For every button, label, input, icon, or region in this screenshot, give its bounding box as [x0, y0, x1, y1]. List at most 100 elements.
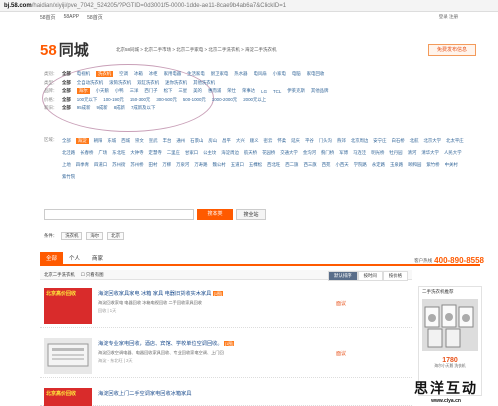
area-option[interactable]: 永定路: [372, 162, 385, 168]
filter-option[interactable]: 100-190元: [103, 97, 124, 103]
filter-option[interactable]: 其他品牌: [311, 88, 329, 94]
area-option[interactable]: 四季青: [76, 162, 89, 168]
listing-title[interactable]: 海淀回收家具家电 冰箱 家具 电器旧货收实木家具 [1图]: [98, 290, 224, 297]
filter-option[interactable]: 全部: [62, 97, 71, 103]
area-option[interactable]: 东城: [107, 138, 116, 144]
tab-all[interactable]: 全部: [40, 252, 64, 264]
filter-option[interactable]: 150-300元: [130, 97, 151, 103]
sort-time[interactable]: 按时间: [357, 271, 383, 281]
home-link-2[interactable]: 58首页: [87, 14, 103, 21]
area-option[interactable]: 密云: [264, 138, 273, 144]
area-option[interactable]: 崇文: [135, 138, 144, 144]
area-option[interactable]: 全部: [62, 138, 71, 144]
area-option[interactable]: 西城: [121, 138, 130, 144]
sort-default[interactable]: 默认排序: [328, 271, 358, 281]
filter-option[interactable]: 电视机: [77, 71, 90, 77]
search-input[interactable]: [44, 208, 194, 220]
area-option[interactable]: 清河: [408, 150, 417, 156]
area-option[interactable]: 海淀周边: [221, 150, 239, 156]
area-option[interactable]: 西二旗: [285, 162, 298, 168]
filter-option[interactable]: 全部: [62, 88, 71, 94]
filter-option[interactable]: 荣仕: [227, 88, 236, 94]
area-option[interactable]: 房山: [208, 138, 217, 144]
filter-option[interactable]: 500-1000元: [183, 97, 206, 103]
filter-option[interactable]: 空调: [119, 71, 128, 77]
filter-option[interactable]: 小家电: [273, 71, 286, 77]
filter-option[interactable]: 双缸洗衣机: [137, 80, 159, 86]
filter-option[interactable]: 300-500元: [156, 97, 177, 103]
condition-chip[interactable]: 北京: [107, 232, 124, 240]
area-option[interactable]: 五道口: [231, 162, 244, 168]
area-option[interactable]: 万柳: [162, 162, 171, 168]
filter-option[interactable]: 家用电器: [164, 71, 182, 77]
area-option[interactable]: 紫竹院: [62, 174, 75, 180]
filter-option[interactable]: 9成新: [96, 105, 107, 111]
area-option[interactable]: 苏州桥: [130, 162, 143, 168]
area-option[interactable]: 花园桥: [262, 150, 275, 156]
tab-personal[interactable]: 个人: [63, 252, 86, 264]
listing-thumbnail[interactable]: 北京高价回收: [44, 388, 92, 406]
area-option[interactable]: 朝阳: [94, 138, 103, 144]
home-link[interactable]: 58首页: [40, 14, 56, 21]
filter-option-selected[interactable]: 海尔: [76, 88, 90, 95]
search-site-button[interactable]: 搜全站: [236, 208, 266, 220]
filter-option[interactable]: 迷你洗衣机: [165, 80, 187, 86]
filter-option[interactable]: 冰柜: [149, 71, 158, 77]
area-option[interactable]: 万寿路: [194, 162, 207, 168]
area-option[interactable]: 颐和园: [408, 162, 421, 168]
filter-option[interactable]: 惠而浦: [208, 88, 221, 94]
area-option[interactable]: 定慧寺: [149, 150, 162, 156]
area-option[interactable]: 延庆: [291, 138, 300, 144]
area-option[interactable]: 安宁庄: [373, 138, 386, 144]
filter-option[interactable]: 小鸭: [115, 88, 124, 94]
filter-option[interactable]: 8成新: [114, 105, 125, 111]
area-option[interactable]: 西北旺: [267, 162, 280, 168]
area-option[interactable]: 顺义: [250, 138, 259, 144]
area-option[interactable]: 北京大学: [423, 138, 441, 144]
filter-option[interactable]: 全自动洗衣机: [77, 80, 103, 86]
url-bar[interactable]: bj.58.com /haidian/xiyiji/pve_7042_52420…: [0, 0, 498, 12]
tab-merchant[interactable]: 商家: [86, 252, 109, 264]
filter-option[interactable]: 全部: [62, 105, 71, 111]
area-option[interactable]: 上地: [62, 162, 71, 168]
filter-option[interactable]: 冰箱: [134, 71, 143, 77]
area-option[interactable]: 苏州街: [112, 162, 125, 168]
filter-option[interactable]: 松下: [164, 88, 173, 94]
filter-option[interactable]: 厨卫家电: [211, 71, 229, 77]
area-option[interactable]: 田村: [149, 162, 158, 168]
filter-option[interactable]: 生活家电: [187, 71, 205, 77]
area-option[interactable]: 公主坟: [203, 150, 216, 156]
search-category-button[interactable]: 搜本类: [197, 208, 233, 220]
area-option[interactable]: 魏公村: [213, 162, 226, 168]
area-option[interactable]: 大钟寺: [130, 150, 143, 156]
condition-chip[interactable]: 海尔: [86, 232, 104, 240]
filter-option[interactable]: 全部: [62, 71, 71, 77]
area-option[interactable]: 通州: [176, 138, 185, 144]
area-option[interactable]: 燕郊: [337, 138, 346, 144]
filter-option[interactable]: 95成新: [77, 105, 91, 111]
area-option[interactable]: 二里庄: [167, 150, 180, 156]
area-option[interactable]: 交通大学: [280, 150, 298, 156]
site-logo[interactable]: 58 同城: [40, 39, 89, 60]
listing-title[interactable]: 海淀回收上门二手空调家电回收冰箱家具: [98, 390, 191, 397]
post-free-button[interactable]: 免费发布信息: [428, 44, 476, 56]
listing-title[interactable]: 海淀专业家电回收，酒店、宾馆、学校单位空调回收。 [1图]: [98, 340, 235, 347]
area-option[interactable]: 万泉河: [176, 162, 189, 168]
area-option[interactable]: 石景山: [190, 138, 203, 144]
filter-option-selected[interactable]: 洗衣机: [95, 71, 114, 78]
area-option[interactable]: 海淀: [75, 138, 89, 144]
filter-option[interactable]: 7成新及以下: [131, 105, 155, 111]
filter-option[interactable]: TCL: [273, 89, 281, 94]
area-option[interactable]: 白石桥: [391, 138, 404, 144]
sort-price[interactable]: 按价格: [382, 271, 408, 281]
filter-option[interactable]: LG: [261, 89, 267, 94]
area-option[interactable]: 明光桥: [371, 150, 384, 156]
area-option[interactable]: 丰台: [163, 138, 172, 144]
area-option[interactable]: 四道口: [94, 162, 107, 168]
only-with-images-checkbox[interactable]: ☐ 只看有图: [81, 272, 104, 278]
area-option[interactable]: 平谷: [305, 138, 314, 144]
area-option[interactable]: 昌平: [222, 138, 231, 144]
area-option[interactable]: 广场: [98, 150, 107, 156]
filter-option[interactable]: 家电回收: [307, 71, 325, 77]
area-option[interactable]: 人民大学: [444, 150, 462, 156]
